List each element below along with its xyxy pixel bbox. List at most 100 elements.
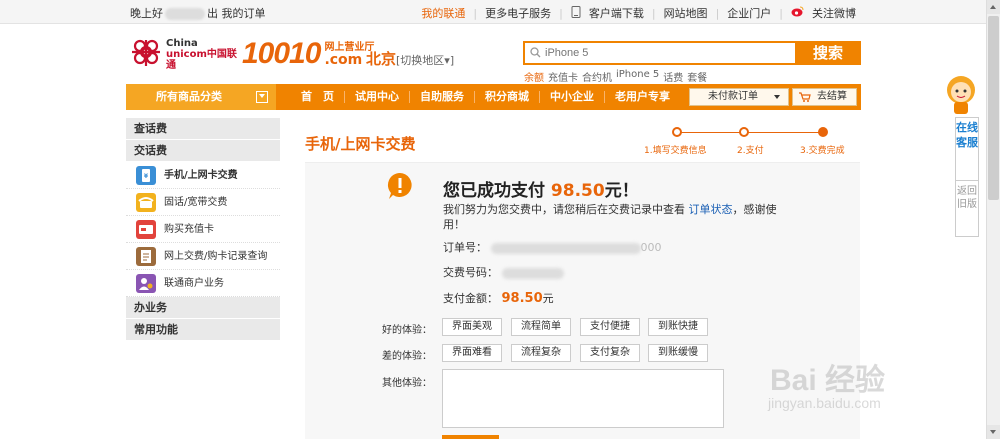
- sidebar-item-buy-card[interactable]: 购买充值卡: [126, 216, 280, 243]
- sidebar-section-pay-bill[interactable]: 交话费: [126, 140, 280, 162]
- sidebar-item-label: 固话/宽带交费: [164, 197, 228, 208]
- hotword-link[interactable]: 合约机: [582, 69, 612, 84]
- hotword-link[interactable]: 套餐: [687, 69, 707, 84]
- sidebar-item-landline-pay[interactable]: 固话/宽带交费: [126, 189, 280, 216]
- feedback-good-flow-button[interactable]: 流程简单: [511, 318, 571, 336]
- online-service-button[interactable]: 在线客服: [956, 118, 978, 181]
- nav-item-sme[interactable]: 中小企业: [540, 91, 605, 103]
- records-icon: [136, 247, 156, 266]
- step-dot: [739, 127, 749, 137]
- sidebar-section-common[interactable]: 常用功能: [126, 319, 280, 341]
- feedback-good-arrive-button[interactable]: 到账快捷: [648, 318, 708, 336]
- top-bar: 晚上好 出 我的订单 我的联通 | 更多电子服务 | 客户端下载 | 网站地图 |…: [0, 0, 986, 24]
- feedback-bad-pay-button[interactable]: 支付复杂: [580, 344, 640, 362]
- weibo-icon: [791, 6, 804, 20]
- order-number-blur: [490, 242, 641, 254]
- step-label: 3.交费完成: [800, 146, 845, 156]
- logo-text: China unicom中国联通: [166, 37, 237, 71]
- feedback-good-pay-button[interactable]: 支付便捷: [580, 318, 640, 336]
- top-link-more-services[interactable]: 更多电子服务: [485, 5, 551, 21]
- hotword-link[interactable]: 余额: [524, 69, 544, 84]
- search-input[interactable]: [545, 43, 795, 63]
- online-service-widget: 在线客服 返回旧版: [955, 117, 979, 237]
- top-bar-left: 晚上好 出 我的订单: [130, 5, 266, 21]
- site-logo[interactable]: China unicom中国联通 10010 网上营业厅 .com: [126, 36, 374, 72]
- other-experience-textarea[interactable]: [442, 369, 724, 428]
- sidebar: 查话费 交话费 ¥ 手机/上网卡交费 固话/宽带交费 购买充值卡 网上交费/购卡…: [126, 118, 280, 341]
- search-button[interactable]: 搜索: [795, 41, 861, 65]
- mobile-card-icon: ¥: [136, 166, 156, 185]
- sidebar-item-records[interactable]: 网上交费/购卡记录查询: [126, 243, 280, 270]
- header: China unicom中国联通 10010 网上营业厅 .com 北京[切换地…: [0, 24, 986, 84]
- sidebar-item-merchant[interactable]: 联通商户业务: [126, 270, 280, 297]
- phone-icon: [571, 5, 581, 21]
- scroll-down-arrow[interactable]: [987, 425, 1000, 439]
- recharge-card-icon: [136, 220, 156, 239]
- scroll-up-arrow[interactable]: [987, 0, 1000, 14]
- scrollbar-thumb[interactable]: [988, 16, 999, 200]
- telephone-icon: [136, 193, 156, 212]
- feedback-good-ui-button[interactable]: 界面美观: [442, 318, 502, 336]
- nav-item-trial[interactable]: 试用中心: [345, 91, 410, 103]
- feedback-bad-arrive-button[interactable]: 到账缓慢: [648, 344, 708, 362]
- order-number-row: 订单号： 000: [443, 241, 662, 254]
- good-experience-label: 好的体验：: [382, 325, 432, 336]
- back-to-old-version-button[interactable]: 返回旧版: [956, 181, 978, 211]
- hotword-link[interactable]: 话费: [663, 69, 683, 84]
- nav-items: 首 页 试用中心 自助服务 积分商城 中小企业 老用户专享: [291, 84, 680, 110]
- nav-item-old-user[interactable]: 老用户专享: [605, 91, 680, 103]
- search-box: 搜索: [523, 41, 861, 65]
- main-nav: 所有商品分类 首 页 试用中心 自助服务 积分商城 中小企业 老用户专享 未付款…: [126, 84, 861, 110]
- all-categories-menu[interactable]: 所有商品分类: [126, 84, 276, 110]
- customer-service-avatar-icon[interactable]: [944, 72, 978, 118]
- sidebar-item-label: 网上交费/购卡记录查询: [164, 251, 268, 262]
- hotword-link[interactable]: 充值卡: [548, 69, 578, 84]
- nav-item-points-mall[interactable]: 积分商城: [475, 91, 540, 103]
- vertical-scrollbar[interactable]: [986, 0, 1000, 439]
- switch-region-link[interactable]: [切换地区▾]: [396, 54, 454, 67]
- china-unicom-knot-icon: [126, 36, 168, 72]
- top-link-site-map[interactable]: 网站地图: [664, 5, 708, 21]
- pay-number-blur: [501, 267, 564, 279]
- top-bar-links: 我的联通 | 更多电子服务 | 客户端下载 | 网站地图 | 企业门户 | 关注…: [421, 5, 856, 21]
- feedback-bad-flow-button[interactable]: 流程复杂: [511, 344, 571, 362]
- unpaid-orders-dropdown[interactable]: 未付款订单: [689, 88, 789, 106]
- step-label: 1.填写交费信息: [644, 146, 707, 156]
- sidebar-item-mobile-pay[interactable]: ¥ 手机/上网卡交费: [126, 162, 280, 189]
- step-dot: [672, 127, 682, 137]
- progress-steps: 1.填写交费信息 2.支付 3.交费完成: [640, 126, 850, 156]
- order-status-link[interactable]: 订单状态: [689, 203, 733, 216]
- sidebar-item-label: 购买充值卡: [164, 224, 214, 235]
- username-blur: [165, 8, 205, 20]
- other-experience-label: 其他体验：: [382, 378, 432, 389]
- logo-10010: 10010: [242, 37, 321, 70]
- hotword-link[interactable]: iPhone 5: [616, 69, 659, 84]
- hot-search-words: 余额 充值卡 合约机 iPhone 5 话费 套餐: [524, 69, 707, 84]
- sidebar-section-business[interactable]: 办业务: [126, 297, 280, 319]
- nav-item-self-service[interactable]: 自助服务: [410, 91, 475, 103]
- feedback-bad-ui-button[interactable]: 界面难看: [442, 344, 502, 362]
- bad-experience-label: 差的体验：: [382, 351, 432, 362]
- chevron-down-icon: [256, 91, 268, 103]
- top-link-client-download[interactable]: 客户端下载: [589, 5, 644, 21]
- city-selector[interactable]: 北京[切换地区▾]: [366, 48, 454, 69]
- submit-feedback-button[interactable]: [442, 435, 499, 439]
- logout-my-orders-link[interactable]: 出 我的订单: [207, 7, 266, 20]
- sidebar-item-label: 联通商户业务: [164, 278, 224, 289]
- top-link-follow-weibo[interactable]: 关注微博: [812, 5, 856, 21]
- step-label: 2.支付: [737, 146, 764, 156]
- pay-number-row: 交费号码：: [443, 264, 564, 280]
- cart-icon: [799, 92, 811, 102]
- success-message: 您已成功支付 98.50元！: [443, 181, 639, 201]
- sidebar-item-label: 手机/上网卡交费: [164, 170, 238, 181]
- greeting: 晚上好: [130, 7, 163, 20]
- checkout-button[interactable]: 去结算: [792, 88, 857, 106]
- search-icon: [530, 47, 541, 58]
- baidu-jingyan-watermark: Bai 经验 jingyan.baidu.com: [768, 364, 886, 411]
- exclamation-icon: [387, 172, 412, 199]
- nav-item-home[interactable]: 首 页: [291, 91, 345, 103]
- top-link-enterprise[interactable]: 企业门户: [727, 5, 771, 21]
- sidebar-section-query-bill[interactable]: 查话费: [126, 118, 280, 140]
- success-description: 我们努力为您交费中，请您稍后在交费记录中查看 订单状态，感谢使用！: [443, 203, 777, 231]
- top-link-my-unicom[interactable]: 我的联通: [421, 5, 465, 21]
